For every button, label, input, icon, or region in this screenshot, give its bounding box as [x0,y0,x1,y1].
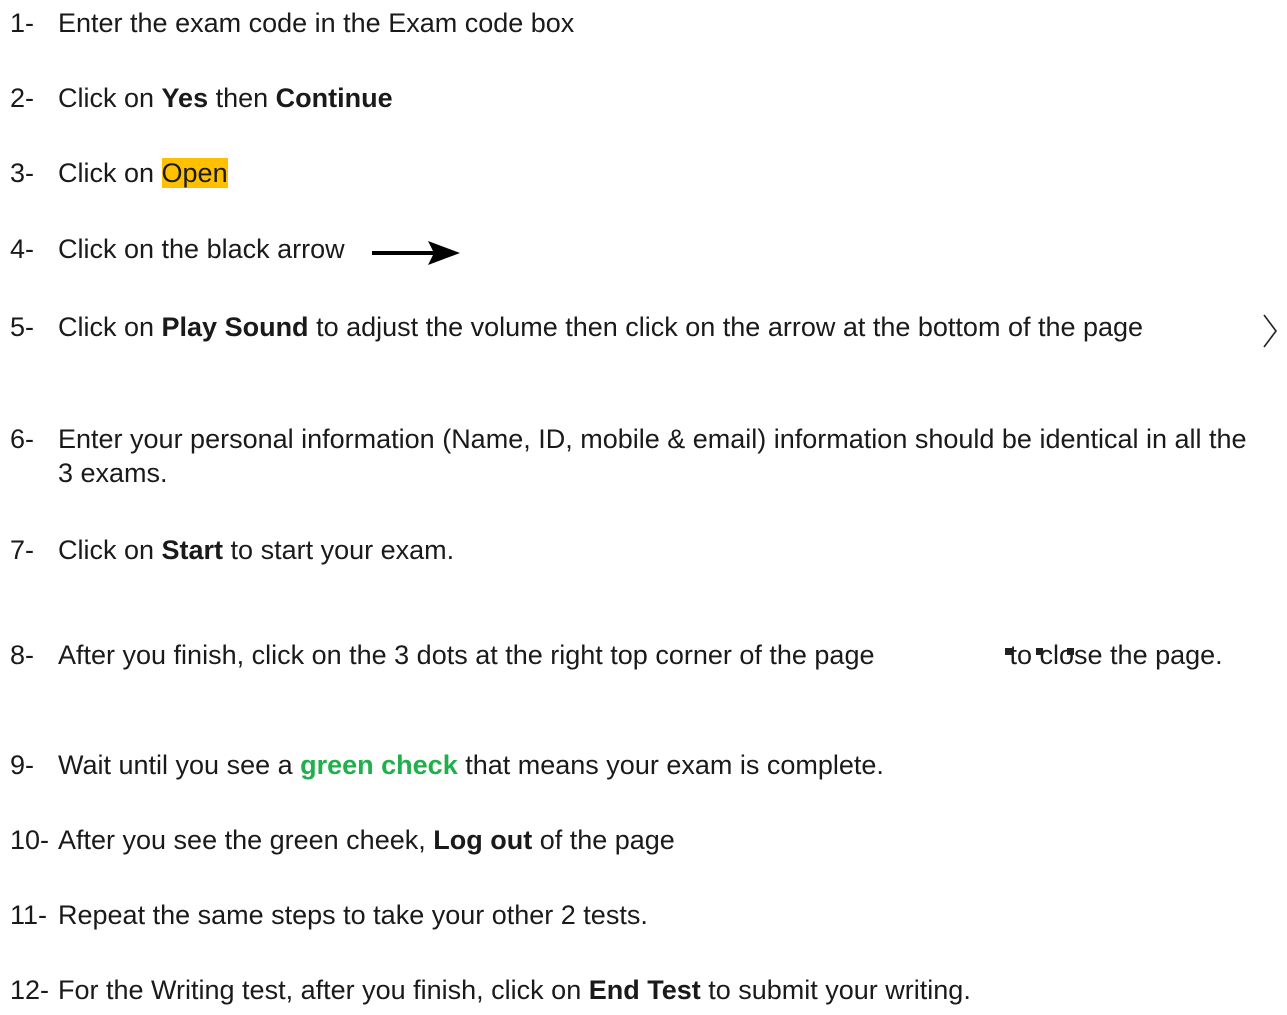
three-dots-icon [1005,648,1074,655]
step-text: Click on Play Sound to adjust the volume… [58,310,1268,344]
step-number: 9- [10,750,35,780]
step-number: 6- [10,424,35,454]
bold-term: End Test [588,975,701,1005]
text-run: Repeat the same steps to take your other… [58,900,648,930]
step-number: 4- [10,234,35,264]
text-run: to start your exam. [223,535,455,565]
text-run: then [208,83,276,113]
step-number: 12- [10,975,50,1005]
step-number: 3- [10,158,35,188]
step-number: 1- [10,8,35,38]
step-number: 5- [10,312,35,342]
step-text: After you see the green cheek, Log out o… [58,823,1268,857]
bold-term: Start [161,535,224,565]
step-number: 2- [10,83,35,113]
step-text: Wait until you see a green check that me… [58,748,1268,782]
text-run: Enter the exam code in the Exam code box [58,8,575,38]
text-run: Enter your personal information (Name, I… [58,424,1255,488]
step-text: Click on Start to start your exam. [58,533,1268,567]
text-run: Click on [58,535,162,565]
step-text: Click on Open [58,156,1268,190]
bold-term: Continue [275,83,393,113]
right-arrow-icon [372,241,460,265]
text-run: Wait until you see a [58,750,301,780]
text-run: Click on [58,83,162,113]
chevron-right-icon [1263,314,1277,348]
text-run: For the Writing test, after you finish, … [58,975,589,1005]
bold-term: Play Sound [161,312,309,342]
bold-term: Yes [161,83,209,113]
text-run: to submit your writing. [700,975,971,1005]
step-text: Click on Yes then Continue [58,81,1268,115]
green-term: green check [300,750,458,780]
text-run: that means your exam is complete. [457,750,884,780]
text-run: After you see the green cheek, [58,825,434,855]
bold-term: Log out [433,825,533,855]
step-text: Enter the exam code in the Exam code box [58,6,1268,40]
step-number: 7- [10,535,35,565]
text-run: Click on [58,312,162,342]
text-run: to adjust the volume then click on the a… [308,312,1144,342]
step-number: 11- [10,900,48,930]
highlighted-term: Open [161,158,228,188]
step-text: Enter your personal information (Name, I… [58,422,1268,490]
text-run: Click on [58,158,162,188]
text-run: of the page [532,825,675,855]
step-text: Click on the black arrow [58,232,1268,266]
step-text: For the Writing test, after you finish, … [58,973,1268,1007]
text-run: Click on the black arrow [58,234,345,264]
step-text: Repeat the same steps to take your other… [58,898,1268,932]
step-number: 8- [10,640,35,670]
step-text: After you finish, click on the 3 dots at… [58,638,1268,672]
step-number: 10- [10,825,50,855]
